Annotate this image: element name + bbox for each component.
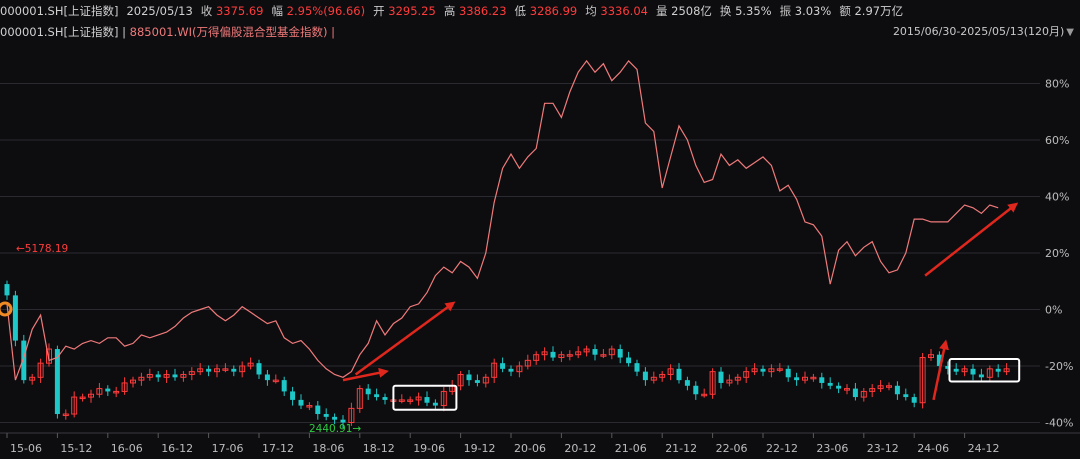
candle-body (676, 368, 682, 381)
chart-area: 80% 60% 40% 20% 0% -20% -40% 15-06 15-12 16-06 16… (0, 59, 1080, 455)
candle-body (264, 374, 270, 381)
candle-body (684, 380, 690, 386)
candle-body (155, 374, 161, 378)
x-tick-label: 19-12 (464, 442, 496, 455)
x-tick-label: 15-12 (60, 442, 92, 455)
candle-body (500, 363, 506, 369)
candle-body (474, 380, 480, 383)
candle-body (953, 368, 959, 372)
x-tick-label: 23-12 (867, 442, 899, 455)
x-tick-label: 21-06 (615, 442, 647, 455)
candle-body (323, 414, 329, 417)
y-axis-ticks: 80% 60% 40% 20% 0% -20% -40% (1045, 78, 1073, 430)
candle-body (206, 368, 212, 372)
x-axis-ticks: 15-06 15-12 16-06 16-12 17-06 17-12 18-06 18-12… (6, 433, 1000, 455)
x-tick-label: 17-06 (212, 442, 244, 455)
x-tick-label: 23-06 (816, 442, 848, 455)
x-tick-label: 18-06 (312, 442, 344, 455)
x-tick-label: 24-06 (917, 442, 949, 455)
x-tick-label: 18-12 (363, 442, 395, 455)
candle-body (332, 416, 338, 420)
candle-body (626, 357, 632, 364)
candle-body (978, 374, 984, 378)
candle-body (374, 394, 380, 398)
candle-body (256, 363, 262, 375)
x-tick-label: 16-12 (161, 442, 193, 455)
candle-body (550, 351, 556, 358)
y-tick-label: 60% (1045, 134, 1069, 147)
index-candlesticks (4, 280, 1010, 429)
fund-index-line (6, 59, 999, 381)
candle-body (466, 374, 472, 381)
x-tick-label: 22-12 (766, 442, 798, 455)
x-tick-label: 16-06 (111, 442, 143, 455)
annotations: ←5178.19 2440.91→ (0, 202, 1021, 435)
candle-body (172, 374, 178, 378)
y-tick-label: -40% (1045, 417, 1073, 430)
candle-body (432, 402, 438, 406)
candle-body (592, 349, 598, 355)
fund-rise-arrow-2024 (924, 202, 1019, 277)
candle-body (785, 368, 791, 378)
candle-body (21, 340, 27, 381)
candle-body (995, 368, 1001, 372)
candle-body (718, 371, 724, 383)
grid-lines (0, 83, 1080, 434)
y-tick-label: -20% (1045, 360, 1073, 373)
high-price-label: ←5178.19 (16, 243, 68, 255)
candle-body (12, 295, 18, 341)
x-tick-label: 20-06 (514, 442, 546, 455)
y-tick-label: 40% (1045, 191, 1069, 204)
x-tick-label: 17-12 (262, 442, 294, 455)
candle-body (819, 377, 825, 383)
candle-body (231, 368, 237, 372)
y-tick-label: 20% (1045, 247, 1069, 260)
candle-body (290, 391, 296, 400)
candle-body (54, 349, 60, 415)
y-tick-label: 0% (1045, 304, 1062, 317)
x-tick-label: 15-06 (10, 442, 42, 455)
candle-body (4, 284, 10, 296)
candle-body (794, 377, 800, 381)
x-tick-label: 21-12 (665, 442, 697, 455)
candle-body (903, 394, 909, 398)
y-tick-label: 80% (1045, 78, 1069, 91)
x-tick-label: 19-06 (413, 442, 445, 455)
candle-body (634, 363, 640, 372)
candle-body (970, 368, 976, 375)
candle-body (382, 397, 388, 400)
candle-body (911, 397, 917, 403)
x-tick-label: 24-12 (968, 442, 1000, 455)
candle-body (852, 388, 858, 398)
candle-body (836, 385, 842, 389)
x-tick-label: 20-12 (564, 442, 596, 455)
candle-body (894, 385, 900, 395)
candle-body (315, 405, 321, 415)
candle-body (617, 349, 623, 358)
x-tick-label: 22-06 (716, 442, 748, 455)
candle-body (693, 385, 699, 395)
candle-body (760, 368, 766, 372)
candle-body (298, 399, 304, 406)
candle-body (105, 388, 111, 392)
candle-body (365, 388, 371, 395)
candle-body (642, 371, 648, 381)
candle-body (424, 397, 430, 403)
candle-body (827, 382, 833, 386)
candle-body (508, 368, 514, 372)
low-price-label: 2440.91→ (309, 423, 361, 435)
candle-body (281, 380, 287, 392)
